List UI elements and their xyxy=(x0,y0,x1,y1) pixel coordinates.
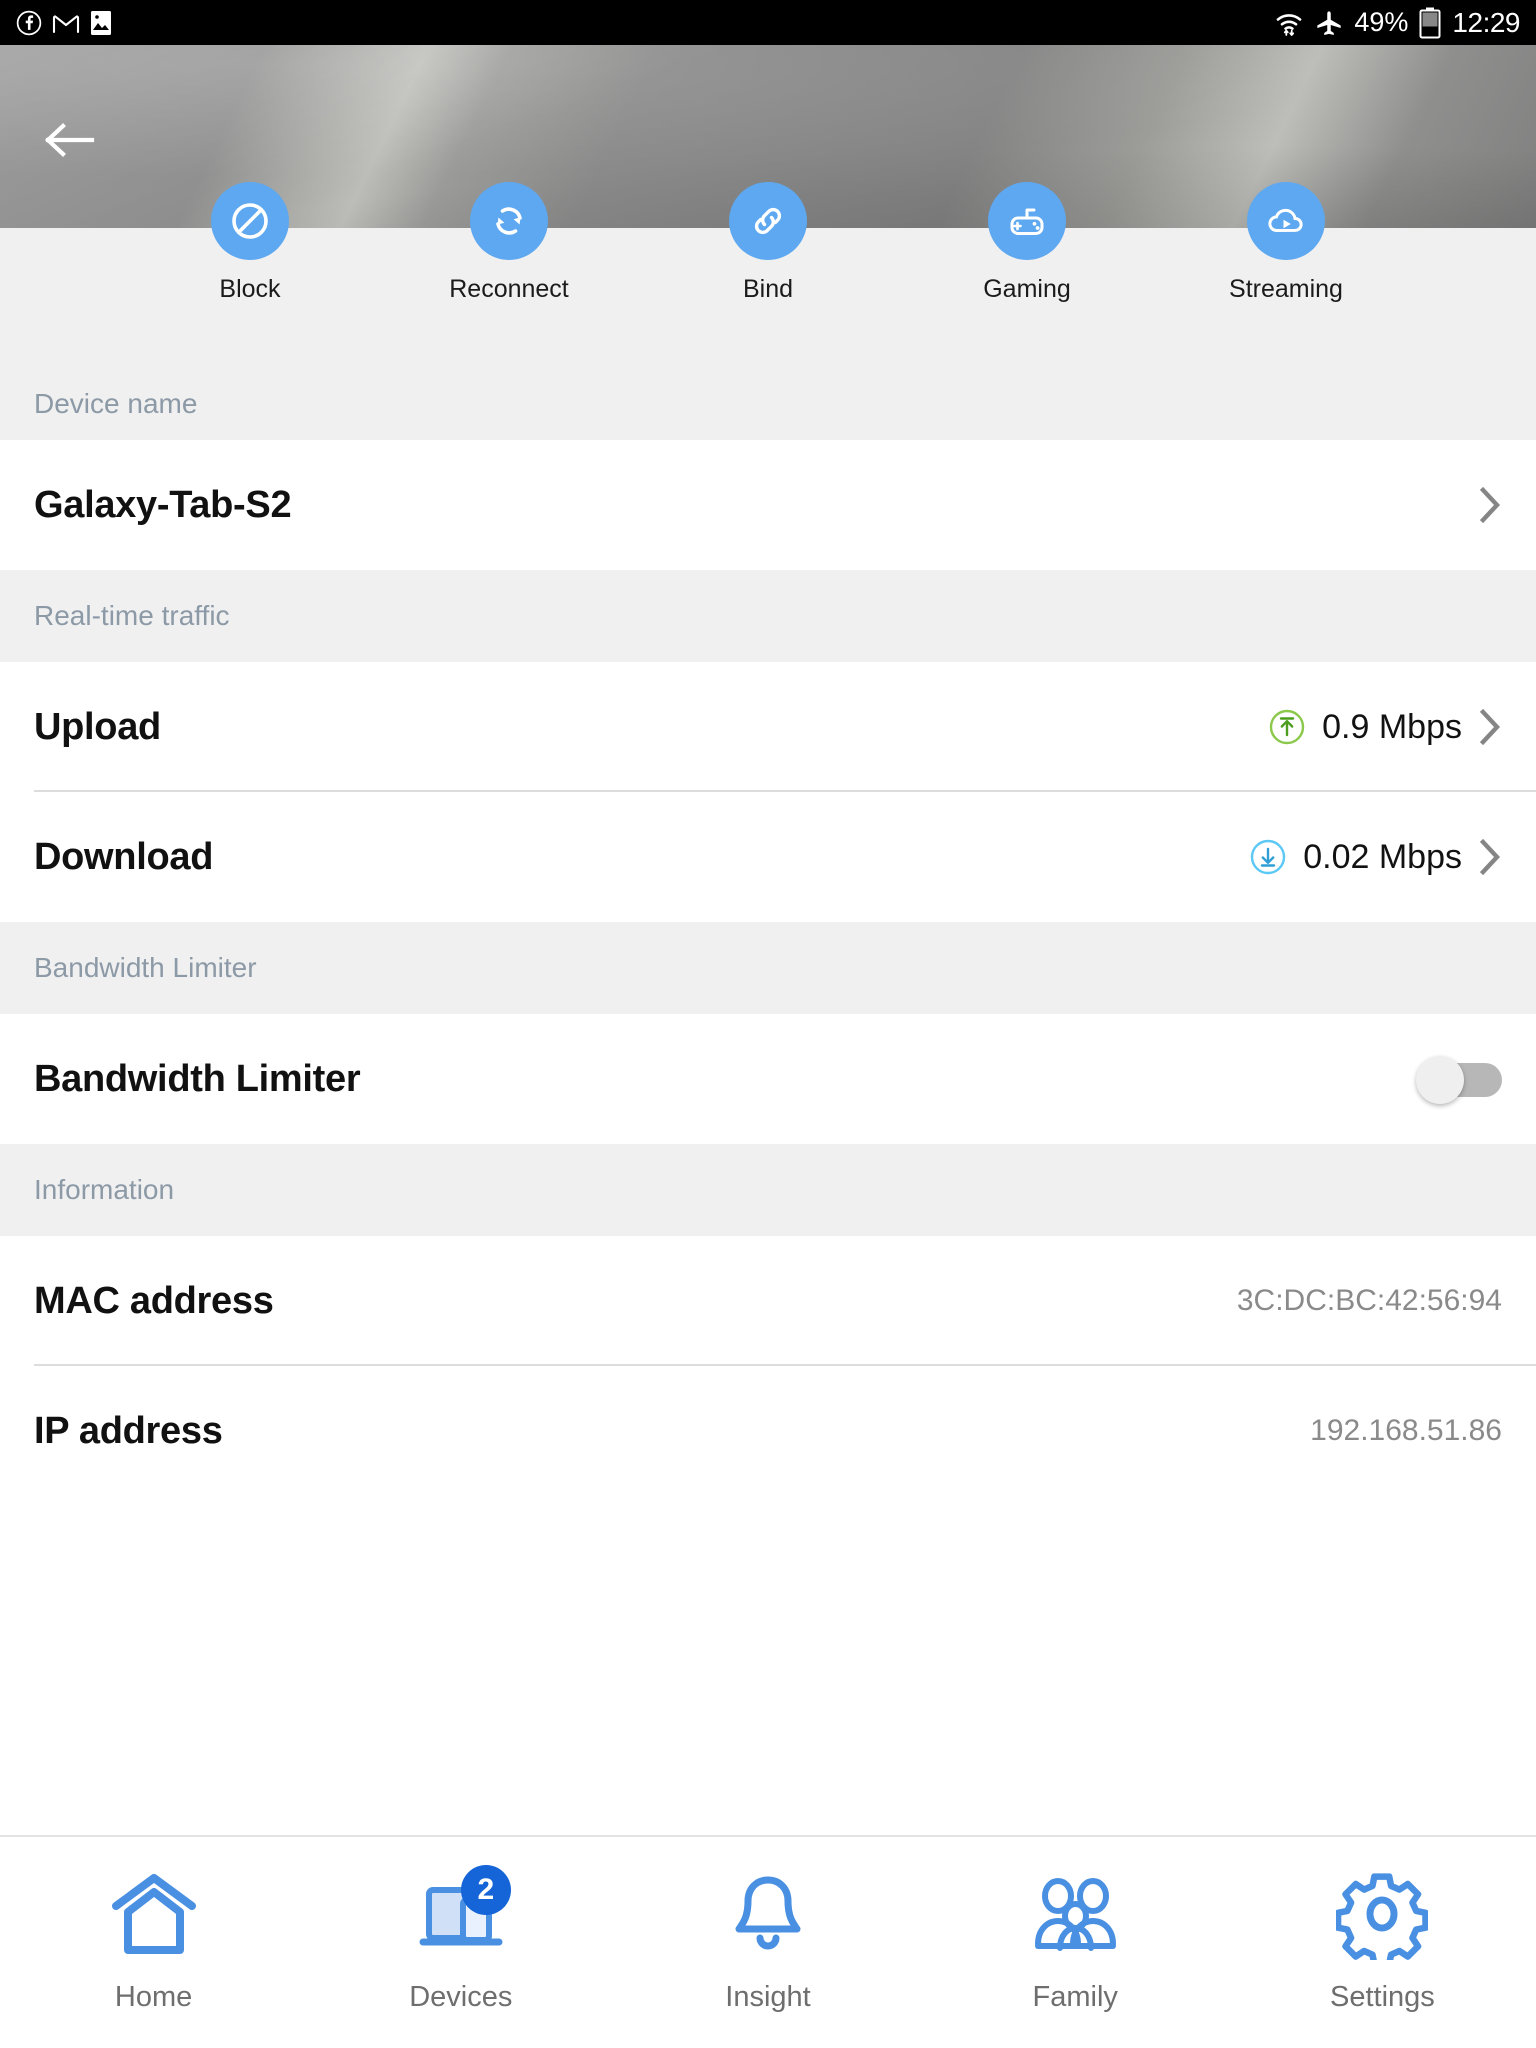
section-title: Bandwidth Limiter xyxy=(34,952,257,983)
nav-item-insight[interactable]: Insight xyxy=(614,1837,921,2048)
nav-item-family[interactable]: Family xyxy=(922,1837,1229,2048)
airplane-mode-icon xyxy=(1315,9,1343,37)
mac-address-label: MAC address xyxy=(34,1279,274,1322)
status-bar-left-icons xyxy=(16,10,112,36)
action-reconnect[interactable]: Reconnect xyxy=(449,182,569,304)
section-header-information: Information xyxy=(0,1144,1536,1236)
chevron-right-icon xyxy=(1478,838,1502,876)
devices-badge: 2 xyxy=(460,1865,511,1915)
device-name-value: Galaxy-Tab-S2 xyxy=(34,483,292,526)
row-ip-address: IP address 192.168.51.86 xyxy=(0,1366,1536,1496)
gmail-icon xyxy=(52,12,80,34)
action-bind[interactable]: Bind xyxy=(708,182,828,304)
refresh-icon xyxy=(470,182,548,260)
back-button[interactable] xyxy=(38,113,100,171)
section-header-bandwidth-limiter: Bandwidth Limiter xyxy=(0,922,1536,1014)
nav-label: Settings xyxy=(1330,1981,1435,2013)
status-bar-clock: 12:29 xyxy=(1452,6,1520,38)
ip-address-value: 192.168.51.86 xyxy=(1310,1414,1502,1447)
row-device-name[interactable]: Galaxy-Tab-S2 xyxy=(0,440,1536,570)
action-label: Streaming xyxy=(1229,275,1343,303)
upload-circle-icon xyxy=(1268,708,1306,746)
nav-label: Devices xyxy=(409,1981,513,2013)
download-label: Download xyxy=(34,835,214,878)
home-icon xyxy=(108,1872,200,1963)
row-bandwidth-limiter[interactable]: Bandwidth Limiter xyxy=(0,1014,1536,1144)
section-header-device-name: Device name xyxy=(0,368,1536,440)
nav-item-devices[interactable]: 2 Devices xyxy=(307,1837,614,2048)
action-label: Reconnect xyxy=(449,275,569,303)
status-bar: 49% 12:29 xyxy=(0,0,1536,45)
ip-address-label: IP address xyxy=(34,1409,223,1452)
nav-label: Home xyxy=(114,1981,193,2013)
status-bar-right-icons: 49% 12:29 xyxy=(1274,7,1520,39)
photo-icon xyxy=(90,10,112,36)
action-label: Block xyxy=(219,275,281,303)
row-download[interactable]: Download 0.02 Mbps xyxy=(0,792,1536,922)
nav-item-settings[interactable]: Settings xyxy=(1229,1837,1536,2048)
battery-icon xyxy=(1419,7,1441,39)
action-streaming[interactable]: Streaming xyxy=(1226,182,1346,304)
battery-percent: 49% xyxy=(1354,7,1409,37)
section-title: Device name xyxy=(34,388,198,419)
mac-address-value: 3C:DC:BC:42:56:94 xyxy=(1236,1284,1502,1317)
family-icon xyxy=(1027,1872,1123,1963)
row-upload[interactable]: Upload 0.9 Mbps xyxy=(0,662,1536,792)
bandwidth-limiter-toggle[interactable] xyxy=(1416,1055,1502,1104)
back-arrow-icon xyxy=(42,119,96,166)
quick-actions-bar: Block Reconnect Bind Gaming Streaming xyxy=(0,182,1536,368)
upload-label: Upload xyxy=(34,705,161,748)
row-mac-address: MAC address 3C:DC:BC:42:56:94 xyxy=(0,1236,1536,1366)
download-circle-icon xyxy=(1249,838,1287,876)
gear-icon xyxy=(1335,1870,1430,1967)
upload-value: 0.9 Mbps xyxy=(1322,707,1462,746)
nav-item-home[interactable]: Home xyxy=(0,1837,307,2048)
action-label: Bind xyxy=(742,275,794,303)
wifi-transfer-icon xyxy=(1274,8,1304,38)
chevron-right-icon xyxy=(1478,708,1502,746)
block-icon xyxy=(211,182,289,260)
section-header-realtime-traffic: Real-time traffic xyxy=(0,570,1536,662)
gamepad-icon xyxy=(988,182,1066,260)
bottom-navigation-bar: Home 2 Devices Insight Family Settings xyxy=(0,1835,1536,2048)
section-title: Information xyxy=(34,1174,175,1205)
facebook-icon xyxy=(16,10,42,36)
action-label: Gaming xyxy=(983,275,1071,303)
bell-icon xyxy=(722,1872,814,1963)
toggle-knob xyxy=(1416,1056,1464,1104)
link-icon xyxy=(729,182,807,260)
download-value: 0.02 Mbps xyxy=(1303,837,1462,876)
cloud-play-icon xyxy=(1247,182,1325,260)
nav-label: Family xyxy=(1032,1981,1118,2013)
action-block[interactable]: Block xyxy=(190,182,310,304)
nav-label: Insight xyxy=(725,1981,811,2013)
section-title: Real-time traffic xyxy=(34,600,230,631)
bandwidth-limiter-label: Bandwidth Limiter xyxy=(34,1057,361,1100)
chevron-right-icon xyxy=(1478,486,1502,524)
action-gaming[interactable]: Gaming xyxy=(967,182,1087,304)
